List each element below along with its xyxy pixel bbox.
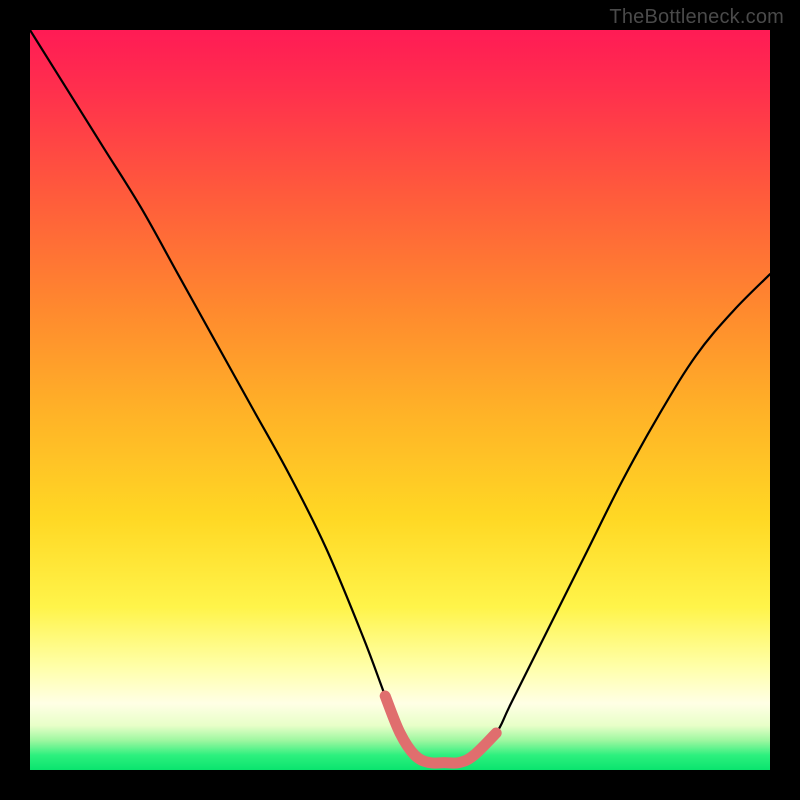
plot-area [30,30,770,770]
optimal-zone-highlight [385,696,496,763]
curve-layer [30,30,770,770]
bottleneck-curve [30,30,770,763]
chart-frame: TheBottleneck.com [0,0,800,800]
watermark-text: TheBottleneck.com [609,6,784,29]
